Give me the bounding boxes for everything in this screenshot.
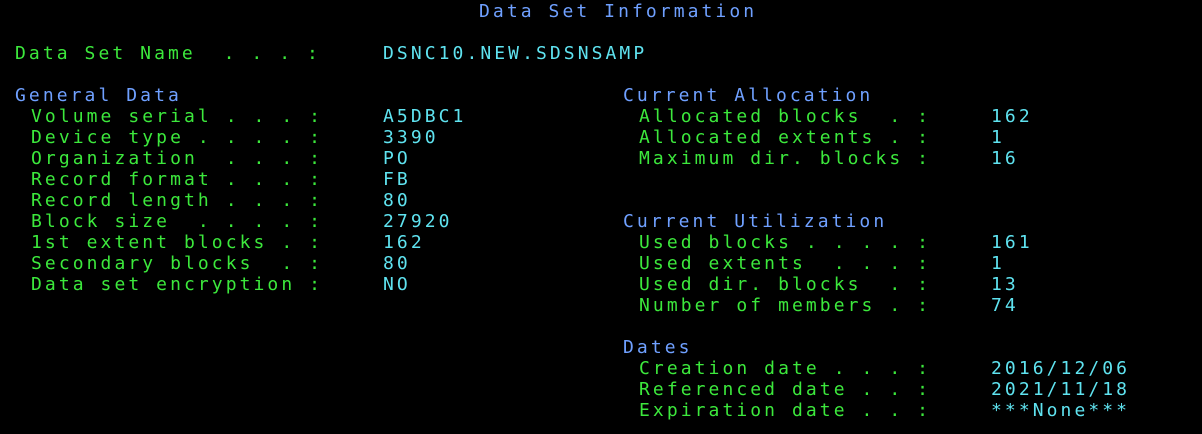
- volume-serial-value: A5DBC1: [383, 106, 467, 127]
- dataset-name-label: Data Set Name . . . :: [15, 43, 321, 64]
- record-length-value: 80: [383, 190, 411, 211]
- device-type-value: 3390: [383, 127, 439, 148]
- used-extents-value: 1: [991, 253, 1005, 274]
- number-of-members-label: Number of members . :: [639, 295, 932, 316]
- record-length-label: Record length . . . :: [31, 190, 324, 211]
- secondary-blocks-value: 80: [383, 253, 411, 274]
- used-blocks-value: 161: [991, 232, 1033, 253]
- data-set-encryption-value: NO: [383, 274, 411, 295]
- expiration-date-value: ***None***: [991, 400, 1131, 421]
- referenced-date-value: 2021/11/18: [991, 379, 1131, 400]
- first-extent-blocks-label: 1st extent blocks . :: [31, 232, 324, 253]
- allocated-blocks-label: Allocated blocks . :: [639, 106, 932, 127]
- terminal-screen: Data Set Information Data Set Name . . .…: [0, 0, 1202, 434]
- maximum-dir-blocks-value: 16: [991, 148, 1019, 169]
- dates-heading: Dates: [623, 337, 693, 358]
- allocated-extents-value: 1: [991, 127, 1005, 148]
- referenced-date-label: Referenced date . . :: [639, 379, 932, 400]
- allocated-blocks-value: 162: [991, 106, 1033, 127]
- volume-serial-label: Volume serial . . . :: [31, 106, 324, 127]
- used-extents-label: Used extents . . . :: [639, 253, 932, 274]
- record-format-value: FB: [383, 169, 411, 190]
- general-data-heading: General Data: [15, 85, 182, 106]
- dataset-name-value: DSNC10.NEW.SDSNSAMP: [383, 43, 648, 64]
- organization-value: PO: [383, 148, 411, 169]
- first-extent-blocks-value: 162: [383, 232, 425, 253]
- data-set-encryption-label: Data set encryption :: [31, 274, 324, 295]
- number-of-members-value: 74: [991, 295, 1019, 316]
- allocated-extents-label: Allocated extents . :: [639, 127, 932, 148]
- creation-date-label: Creation date . . . :: [639, 358, 932, 379]
- record-format-label: Record format . . . :: [31, 169, 324, 190]
- creation-date-value: 2016/12/06: [991, 358, 1131, 379]
- screen-title: Data Set Information: [479, 1, 758, 22]
- block-size-label: Block size . . . . :: [31, 211, 324, 232]
- device-type-label: Device type . . . . :: [31, 127, 324, 148]
- organization-label: Organization . . . :: [31, 148, 324, 169]
- used-blocks-label: Used blocks . . . . :: [639, 232, 932, 253]
- used-dir-blocks-value: 13: [991, 274, 1019, 295]
- secondary-blocks-label: Secondary blocks . :: [31, 253, 324, 274]
- block-size-value: 27920: [383, 211, 453, 232]
- used-dir-blocks-label: Used dir. blocks . :: [639, 274, 932, 295]
- current-allocation-heading: Current Allocation: [623, 85, 874, 106]
- maximum-dir-blocks-label: Maximum dir. blocks :: [639, 148, 932, 169]
- expiration-date-label: Expiration date . . :: [639, 400, 932, 421]
- current-utilization-heading: Current Utilization: [623, 211, 888, 232]
